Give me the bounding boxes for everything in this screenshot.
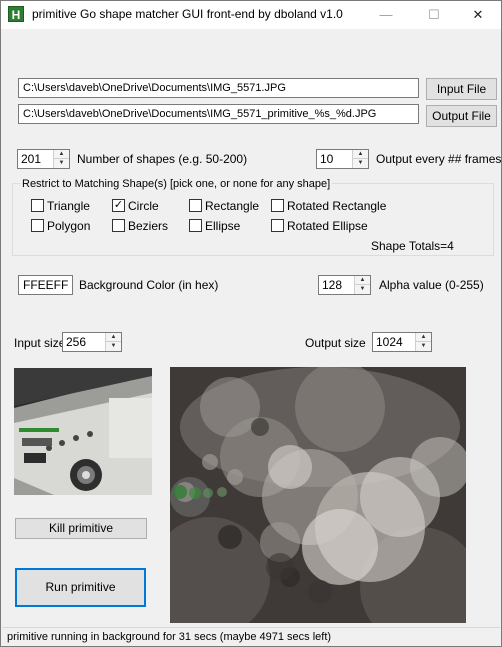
shapes-count-spinner[interactable]: 201 ▲ ▼: [17, 149, 70, 169]
shapes-count-value: 201: [21, 152, 42, 166]
shapes-count-stepper[interactable]: ▲ ▼: [53, 150, 69, 168]
circle-checkbox[interactable]: ✓: [112, 199, 125, 212]
input-size-spinner[interactable]: 256 ▲ ▼: [62, 332, 122, 352]
input-size-stepper[interactable]: ▲ ▼: [105, 333, 121, 351]
rectangle-checkbox[interactable]: [189, 199, 202, 212]
rotated-rectangle-checkbox[interactable]: [271, 199, 284, 212]
triangle-checkbox[interactable]: [31, 199, 44, 212]
app-icon: H: [8, 6, 24, 22]
maximize-button[interactable]: ☐: [411, 1, 457, 29]
down-arrow-icon[interactable]: ▼: [106, 342, 121, 351]
output-every-spinner[interactable]: 10 ▲ ▼: [316, 149, 369, 169]
down-arrow-icon[interactable]: ▼: [416, 342, 431, 351]
output-file-path[interactable]: C:\Users\daveb\OneDrive\Documents\IMG_55…: [18, 104, 419, 124]
up-arrow-icon[interactable]: ▲: [416, 333, 431, 342]
up-arrow-icon[interactable]: ▲: [355, 276, 370, 285]
input-file-path[interactable]: C:\Users\daveb\OneDrive\Documents\IMG_55…: [18, 78, 419, 98]
run-primitive-button[interactable]: Run primitive: [15, 568, 146, 607]
up-arrow-icon[interactable]: ▲: [54, 150, 69, 159]
window-title: primitive Go shape matcher GUI front-end…: [32, 7, 343, 21]
shape-totals: Shape Totals=4: [371, 239, 454, 253]
output-every-label: Output every ## frames: [376, 152, 502, 166]
down-arrow-icon[interactable]: ▼: [353, 159, 368, 168]
ellipse-label: Ellipse: [205, 219, 241, 233]
shapes-count-label: Number of shapes (e.g. 50-200): [77, 152, 248, 166]
output-image-preview: [170, 367, 466, 623]
input-size-label: Input size: [14, 336, 66, 350]
down-arrow-icon[interactable]: ▼: [355, 285, 370, 294]
polygon-checkbox[interactable]: [31, 219, 44, 232]
input-size-value: 256: [66, 335, 87, 349]
beziers-checkbox[interactable]: [112, 219, 125, 232]
title-bar: H primitive Go shape matcher GUI front-e…: [1, 1, 501, 29]
output-every-stepper[interactable]: ▲ ▼: [352, 150, 368, 168]
circle-label: Circle: [128, 199, 159, 213]
output-size-label: Output size: [305, 336, 366, 350]
alpha-spinner[interactable]: 128 ▲ ▼: [318, 275, 371, 295]
output-every-value: 10: [320, 152, 334, 166]
rotated-ellipse-checkbox[interactable]: [271, 219, 284, 232]
beziers-label: Beziers: [128, 219, 169, 233]
output-size-value: 1024: [376, 335, 403, 349]
input-file-button[interactable]: Input File: [426, 78, 497, 100]
alpha-label: Alpha value (0-255): [379, 278, 484, 292]
check-icon: ✓: [113, 199, 124, 211]
app-window: H primitive Go shape matcher GUI front-e…: [0, 0, 502, 647]
output-size-spinner[interactable]: 1024 ▲ ▼: [372, 332, 432, 352]
alpha-stepper[interactable]: ▲ ▼: [354, 276, 370, 294]
rotated-ellipse-label: Rotated Ellipse: [287, 219, 368, 233]
polygon-label: Polygon: [47, 219, 91, 233]
triangle-label: Triangle: [47, 199, 90, 213]
input-image-preview: [14, 368, 152, 495]
alpha-value: 128: [322, 278, 343, 292]
output-file-button[interactable]: Output File: [426, 105, 497, 127]
background-color-label: Background Color (in hex): [79, 278, 219, 292]
output-size-stepper[interactable]: ▲ ▼: [415, 333, 431, 351]
close-button[interactable]: ✕: [455, 1, 501, 29]
down-arrow-icon[interactable]: ▼: [54, 159, 69, 168]
restrict-group-title: Restrict to Matching Shape(s) [pick one,…: [20, 178, 333, 190]
kill-primitive-button[interactable]: Kill primitive: [15, 518, 147, 539]
background-color-input[interactable]: FFEEFF: [18, 275, 73, 295]
rectangle-label: Rectangle: [205, 199, 260, 213]
minimize-button[interactable]: —: [363, 1, 409, 29]
status-bar: primitive running in background for 31 s…: [2, 627, 500, 645]
up-arrow-icon[interactable]: ▲: [353, 150, 368, 159]
ellipse-checkbox[interactable]: [189, 219, 202, 232]
up-arrow-icon[interactable]: ▲: [106, 333, 121, 342]
rotated-rectangle-label: Rotated Rectangle: [287, 199, 387, 213]
